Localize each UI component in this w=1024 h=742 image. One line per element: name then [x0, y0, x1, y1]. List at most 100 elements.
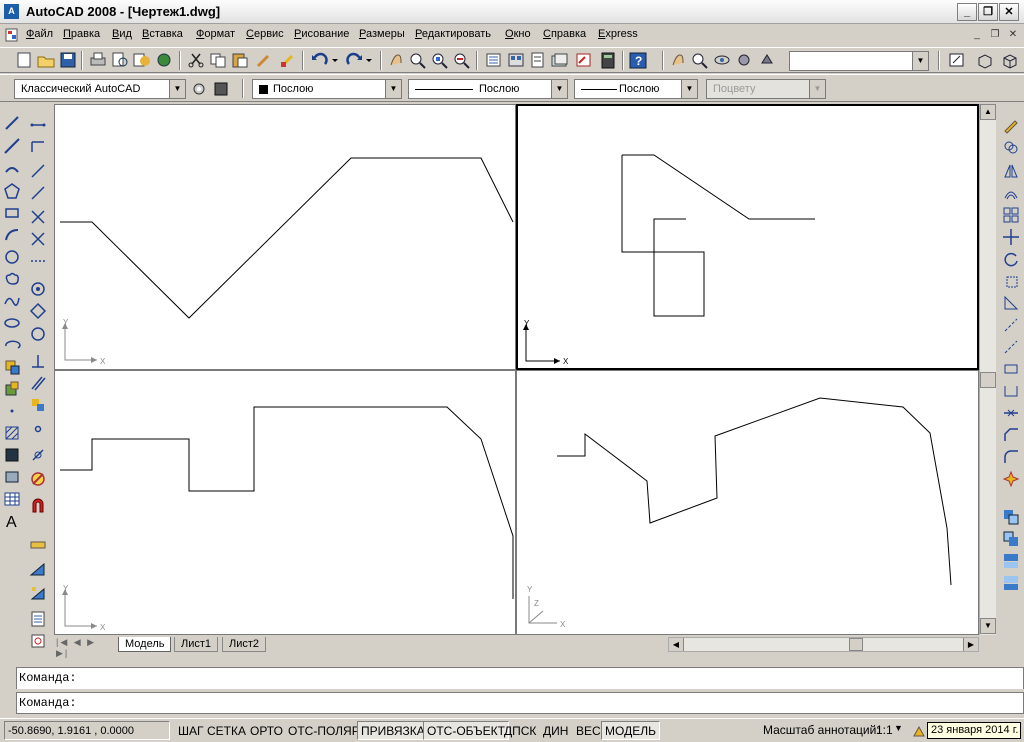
properties-icon[interactable]	[484, 51, 504, 69]
menu-file[interactable]: Файл	[26, 28, 53, 40]
snap-nearest-icon[interactable]	[29, 446, 47, 464]
annotation-visibility-icon[interactable]	[912, 724, 926, 738]
undo-dropdown-icon[interactable]	[330, 51, 340, 69]
chevron-down-icon[interactable]: ▼	[912, 52, 928, 70]
zoom-realtime-icon[interactable]	[408, 51, 428, 69]
area-icon[interactable]	[29, 560, 47, 578]
polar-tracking-toggle[interactable]: ОТС-ПОЛЯР	[284, 721, 364, 740]
snap-endpoint-icon[interactable]	[29, 280, 47, 298]
sheet-set-icon[interactable]	[550, 51, 570, 69]
close-button[interactable]: ✕	[999, 3, 1019, 21]
object-snap-toggle[interactable]: ПРИВЯЗКА	[357, 721, 429, 740]
mdi-restore-button[interactable]: ❐	[988, 28, 1002, 42]
break-icon[interactable]	[1002, 382, 1020, 400]
circle-icon[interactable]	[3, 248, 21, 266]
erase-pencil-icon[interactable]	[1002, 116, 1020, 134]
redo-dropdown-icon[interactable]	[364, 51, 374, 69]
pan-realtime-icon[interactable]	[386, 51, 406, 69]
tab-navigation-arrows[interactable]: |◀ ◀ ▶ ▶|	[56, 637, 112, 658]
draworder-above-icon[interactable]	[1002, 552, 1020, 570]
autocad-app-icon[interactable]: A	[4, 4, 19, 19]
cut-icon[interactable]	[186, 51, 206, 69]
new-icon[interactable]	[14, 51, 34, 69]
coordinates-display[interactable]: -50.8690, 1.9161 , 0.0000	[4, 721, 170, 740]
object-tracking-toggle[interactable]: ОТС-ОБЪЕКТ	[423, 721, 509, 740]
hatch-icon[interactable]	[3, 424, 21, 442]
snap-perpendicular-icon[interactable]	[29, 352, 47, 370]
snap-quadrant-icon[interactable]	[29, 302, 47, 320]
menu-format[interactable]: Формат	[196, 28, 235, 40]
design-center-icon[interactable]	[506, 51, 526, 69]
help-icon[interactable]: ?	[628, 51, 648, 69]
make-block-icon[interactable]	[3, 380, 21, 398]
viewport-icon[interactable]	[947, 51, 967, 69]
ellipse-icon[interactable]	[3, 314, 21, 332]
menu-modify[interactable]: Редактировать	[415, 28, 491, 40]
ortho-toggle[interactable]: ОРТО	[246, 721, 287, 740]
extend-icon[interactable]	[29, 184, 47, 202]
gradient-icon[interactable]	[3, 446, 21, 464]
aligned-dimension-icon[interactable]	[29, 138, 47, 156]
named-views-combo[interactable]: ▼	[789, 51, 929, 71]
3d-cube-icon[interactable]	[1000, 51, 1020, 69]
array-icon[interactable]	[1002, 206, 1020, 224]
point-icon[interactable]	[3, 402, 21, 420]
orbit-icon[interactable]	[712, 51, 732, 69]
menu-window[interactable]: Окно	[505, 28, 531, 40]
block-editor-icon[interactable]	[278, 51, 298, 69]
zoom-previous-icon[interactable]	[452, 51, 472, 69]
scale-icon[interactable]	[1002, 272, 1020, 290]
trim-object-icon[interactable]	[1002, 316, 1020, 334]
save-icon[interactable]	[58, 51, 78, 69]
table-icon[interactable]	[3, 490, 21, 508]
walk-icon[interactable]	[734, 51, 754, 69]
print-icon[interactable]	[88, 51, 108, 69]
join-icon[interactable]	[1002, 404, 1020, 422]
copy-object-icon[interactable]	[1002, 138, 1020, 156]
dynamic-ucs-toggle[interactable]: ДПСК	[500, 721, 540, 740]
chevron-down-icon[interactable]: ▼	[551, 80, 567, 98]
vertical-scrollbar[interactable]: ▲ ▼	[979, 104, 996, 635]
mirror-icon[interactable]	[1002, 162, 1020, 180]
pan-icon[interactable]	[668, 51, 688, 69]
dashed-line-icon[interactable]	[29, 252, 47, 270]
linetype-control-combo[interactable]: Послою ▼	[408, 79, 568, 99]
publish-icon[interactable]	[132, 51, 152, 69]
model-space-toggle[interactable]: МОДЕЛЬ	[601, 721, 660, 740]
open-icon[interactable]	[36, 51, 56, 69]
chevron-down-icon[interactable]: ▼	[385, 80, 401, 98]
tab-layout2[interactable]: Лист2	[222, 637, 267, 652]
copy-icon[interactable]	[208, 51, 228, 69]
locate-point-icon[interactable]	[29, 632, 47, 650]
insert-block-icon[interactable]	[3, 358, 21, 376]
chevron-down-icon[interactable]: ▼	[894, 723, 903, 733]
paste-icon[interactable]	[230, 51, 250, 69]
minimize-button[interactable]: _	[957, 3, 977, 21]
zoom-window-icon[interactable]	[430, 51, 450, 69]
viewport-bottom-left[interactable]: Y X	[54, 370, 516, 635]
region-icon[interactable]	[3, 468, 21, 486]
draworder-back-icon[interactable]	[1002, 530, 1020, 548]
rotate-icon[interactable]	[1002, 250, 1020, 268]
viewport-top-left[interactable]: Y X	[54, 104, 516, 370]
polyline-icon[interactable]	[3, 160, 21, 178]
intersection-icon[interactable]	[29, 230, 47, 248]
workspace-settings-icon[interactable]	[190, 80, 210, 98]
calculator-icon[interactable]	[598, 51, 618, 69]
chamfer-icon[interactable]	[1002, 426, 1020, 444]
annotation-scale-value[interactable]: 1:1	[876, 723, 893, 737]
menu-view[interactable]: Вид	[112, 28, 132, 40]
scroll-thumb[interactable]	[980, 372, 996, 388]
match-properties-icon[interactable]	[254, 51, 274, 69]
scroll-left-icon[interactable]: ◀	[669, 638, 684, 651]
zoom-icon[interactable]	[690, 51, 710, 69]
snap-parallel-icon[interactable]	[29, 374, 47, 392]
erase-icon[interactable]	[29, 162, 47, 180]
menu-tools[interactable]: Сервис	[246, 28, 284, 40]
scroll-down-icon[interactable]: ▼	[980, 618, 996, 634]
rectangle-icon[interactable]	[3, 204, 21, 222]
menu-dimension[interactable]: Размеры	[359, 28, 405, 40]
scroll-up-icon[interactable]: ▲	[980, 104, 996, 120]
move-icon[interactable]	[1002, 228, 1020, 246]
ellipse-arc-icon[interactable]	[3, 336, 21, 354]
